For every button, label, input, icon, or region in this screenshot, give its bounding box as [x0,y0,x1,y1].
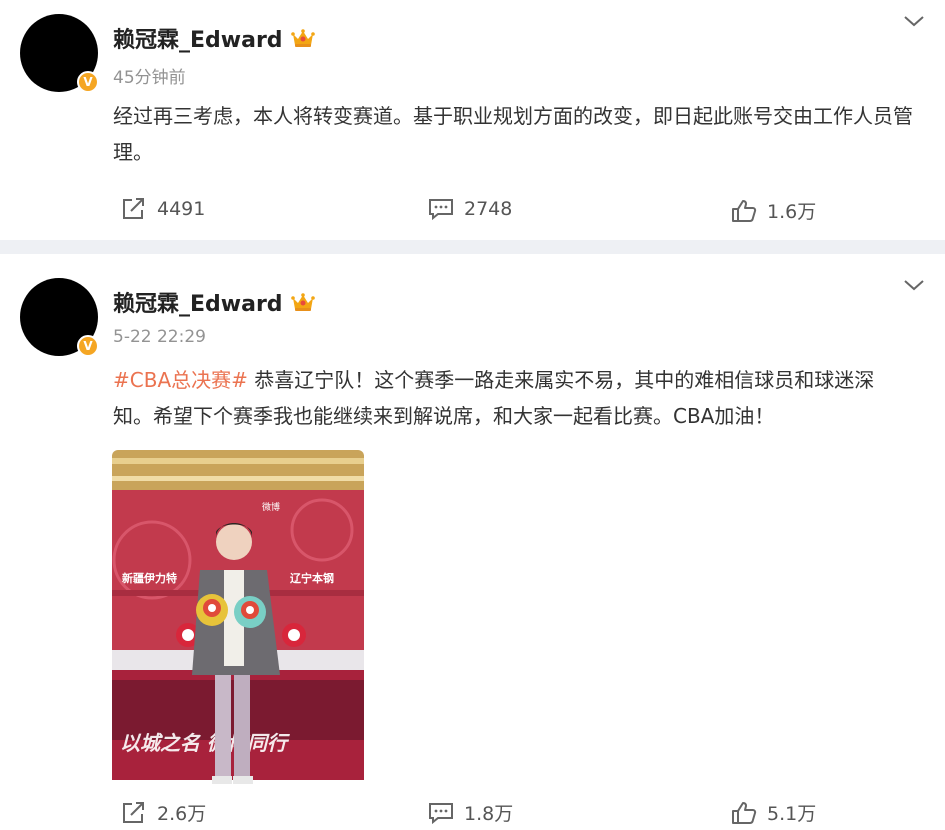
post-actions: 4491 2748 1.6万 [0,197,945,227]
comment-count: 2748 [464,198,513,220]
repost-button[interactable]: 2.6万 [121,799,206,826]
post-divider [0,240,945,254]
comment-icon [429,199,453,221]
chevron-down-icon[interactable] [903,278,925,292]
like-button[interactable]: 1.6万 [731,197,816,224]
backdrop-team-left: 新疆伊力特 [122,571,177,585]
post-time[interactable]: 45分钟前 [113,63,186,88]
post-text: #CBA总决赛# 恭喜辽宁队！这个赛季一路走来属实不易，其中的难相信球员和球迷深… [113,362,913,434]
comment-count: 1.8万 [464,803,514,825]
repost-icon [123,198,144,219]
backdrop-team-right: 辽宁本钢 [290,571,334,585]
username[interactable]: 赖冠霖_Edward [113,286,315,318]
like-icon [732,801,757,824]
crown-icon [290,293,315,311]
post-time[interactable]: 5-22 22:29 [113,327,206,347]
hashtag-link[interactable]: #CBA总决赛# [113,368,248,392]
like-icon [732,199,757,222]
like-count: 5.1万 [767,803,817,825]
verified-badge: V [77,335,99,357]
repost-count: 2.6万 [157,803,207,825]
weibo-post-2: V 赖冠霖_Edward 5-22 22:29 #CBA总决赛# 恭喜辽宁队！这… [0,254,945,830]
username-text[interactable]: 赖冠霖_Edward [113,286,283,318]
comment-button[interactable]: 1.8万 [428,799,513,826]
post-actions: 2.6万 1.8万 5.1万 [0,799,945,829]
like-count: 1.6万 [767,201,817,223]
comment-icon [429,802,453,824]
post-text: 经过再三考虑，本人将转变赛道。基于职业规划方面的改变，即日起此账号交由工作人员管… [113,104,913,164]
backdrop-logo: 微博 [262,501,280,513]
repost-count: 4491 [157,198,206,220]
event-photo: 微博 新疆伊力特 辽宁本钢 以城之名 微博同行 [112,450,364,784]
username-text[interactable]: 赖冠霖_Edward [113,22,283,54]
banner-text: 以城之名 微博同行 [120,731,290,755]
repost-icon [123,801,144,823]
weibo-post-1: V 赖冠霖_Edward 45分钟前 经过再三考虑，本人将转变赛道。基于职业规划… [0,0,945,240]
username[interactable]: 赖冠霖_Edward [113,22,315,54]
repost-button[interactable]: 4491 [121,197,205,221]
verified-badge: V [77,71,99,93]
chevron-down-icon[interactable] [903,14,925,28]
comment-button[interactable]: 2748 [428,197,512,221]
crown-icon [290,29,315,47]
like-button[interactable]: 5.1万 [731,799,816,826]
post-image[interactable]: 微博 新疆伊力特 辽宁本钢 以城之名 微博同行 [112,450,364,786]
